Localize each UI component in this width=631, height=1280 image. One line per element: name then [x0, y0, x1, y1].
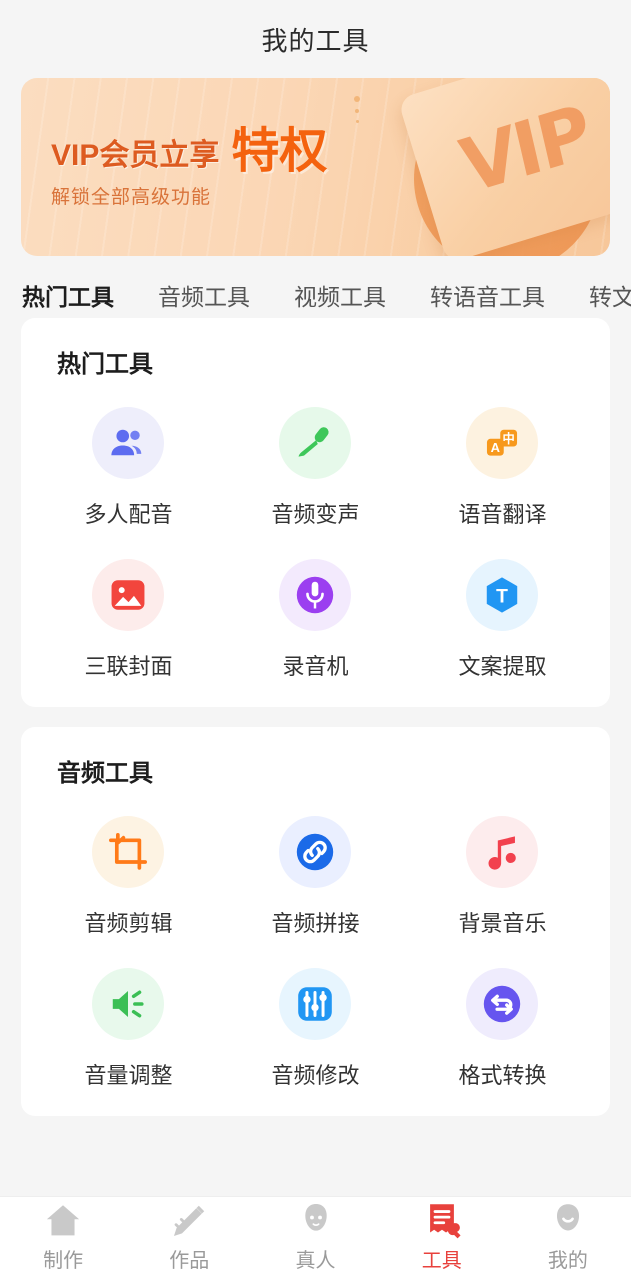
tool-item[interactable]: 格式转换 — [409, 968, 596, 1090]
svg-text:A: A — [491, 440, 500, 455]
music-note-icon — [466, 816, 539, 888]
tool-label: 语音翻译 — [458, 502, 547, 527]
microphone-icon — [279, 407, 352, 479]
sliders-icon — [279, 968, 352, 1040]
nav-label: 我的 — [547, 1250, 588, 1272]
tool-item[interactable]: 音量调整 — [35, 968, 222, 1090]
tool-label: 三联封面 — [84, 654, 173, 679]
tool-label: 音频修改 — [271, 1063, 360, 1088]
tab-label: 转语音工具 — [430, 284, 545, 310]
nav-label: 制作 — [43, 1250, 84, 1272]
svg-text:T: T — [497, 587, 509, 608]
nav-item-2[interactable]: 作品 — [126, 1204, 252, 1273]
tool-label: 音量调整 — [84, 1063, 173, 1088]
tab-4[interactable]: 转语音工具 — [430, 278, 545, 318]
tab-label: 视频工具 — [294, 284, 386, 310]
tool-grid: 音频剪辑 音频拼接 背景音乐音量调整 音频修改 格式转换 — [35, 816, 596, 1094]
person-icon — [295, 1204, 337, 1238]
category-tabs: 热门工具 音频工具 视频工具 转语音工具 转文字 — [0, 256, 631, 318]
nav-label: 真人 — [295, 1250, 336, 1272]
document-wrench-icon — [421, 1204, 463, 1239]
section-title: 热门工具 — [57, 351, 153, 378]
nav-item-4[interactable]: 工具 — [379, 1204, 505, 1273]
banner-text: VIP会员立享 特权 解锁全部高级功能 — [51, 125, 328, 209]
tool-item[interactable]: 三联封面 — [35, 559, 222, 681]
tool-label: 音频变声 — [271, 502, 360, 527]
crop-icon — [92, 816, 165, 888]
banner-headline: 特权 — [231, 125, 328, 178]
image-icon — [92, 559, 165, 631]
banner-dots-decoration — [354, 96, 360, 130]
banner-subtitle: 解锁全部高级功能 — [51, 187, 212, 209]
link-icon — [279, 816, 352, 888]
nav-item-5[interactable]: 我的 — [505, 1204, 631, 1273]
home-icon — [42, 1204, 84, 1238]
tool-item[interactable]: A 中语音翻译 — [409, 407, 596, 529]
tab-label: 转文字 — [589, 284, 631, 310]
nav-label: 工具 — [421, 1250, 462, 1272]
recorder-icon — [279, 559, 352, 631]
vip-banner[interactable]: VIP VIP会员立享 特权 解锁全部高级功能 — [21, 78, 610, 256]
vip-banner-wrap: VIP VIP会员立享 特权 解锁全部高级功能 — [0, 78, 631, 256]
tool-item[interactable]: 背景音乐 — [409, 816, 596, 938]
tool-item[interactable]: 音频变声 — [222, 407, 409, 529]
tool-sections: 热门工具 多人配音 音频变声 A 中语音翻译 三联封面 录音机 T 文案提取 音频工具 音频剪辑 音频… — [0, 318, 631, 1116]
tool-label: 多人配音 — [84, 502, 173, 527]
tool-label: 文案提取 — [458, 654, 547, 679]
nav-item-3[interactable]: 真人 — [252, 1204, 378, 1273]
tool-section-card: 热门工具多人配音 音频变声 A 中语音翻译三联封面 录音机 T 文案提取 — [21, 318, 610, 707]
tool-grid: 多人配音 音频变声 A 中语音翻译三联封面 录音机 T 文案提取 — [35, 407, 596, 685]
tool-item[interactable]: 多人配音 — [35, 407, 222, 529]
tool-item[interactable]: 音频拼接 — [222, 816, 409, 938]
tool-label: 格式转换 — [458, 1063, 547, 1088]
tool-label: 背景音乐 — [458, 911, 547, 936]
pen-icon — [168, 1204, 210, 1238]
swap-icon — [466, 968, 539, 1040]
nav-item-1[interactable]: 制作 — [0, 1204, 126, 1273]
tool-item[interactable]: T 文案提取 — [409, 559, 596, 681]
tool-label: 录音机 — [282, 654, 349, 679]
page-header: 我的工具 — [0, 0, 631, 78]
tool-label: 音频剪辑 — [84, 911, 173, 936]
people-icon — [92, 407, 165, 479]
avatar-icon — [547, 1204, 589, 1238]
tab-label: 音频工具 — [158, 284, 250, 310]
tools-screen: 我的工具 VIP VIP会员立享 特权 解锁全部高级功能 热门工具 音频工具 视频工… — [0, 0, 631, 1280]
tool-label: 音频拼接 — [271, 911, 360, 936]
tool-item[interactable]: 音频修改 — [222, 968, 409, 1090]
vip-card-text: VIP — [453, 88, 597, 212]
tab-3[interactable]: 视频工具 — [294, 278, 386, 318]
tool-item[interactable]: 音频剪辑 — [35, 816, 222, 938]
text-extract-icon: T — [466, 559, 539, 631]
bottom-navigation: 制作 作品 真人 工具 我的 — [0, 1196, 631, 1280]
tab-5[interactable]: 转文字 — [589, 278, 631, 318]
tab-2[interactable]: 音频工具 — [158, 278, 250, 318]
tool-item[interactable]: 录音机 — [222, 559, 409, 681]
nav-label: 作品 — [169, 1250, 210, 1272]
section-title: 音频工具 — [57, 760, 153, 787]
banner-kicker: VIP会员立享 — [51, 139, 220, 173]
svg-text:中: 中 — [503, 431, 515, 446]
tab-label: 热门工具 — [22, 284, 114, 310]
speaker-icon — [92, 968, 165, 1040]
translate-icon: A中 — [466, 407, 539, 479]
tool-section-card: 音频工具音频剪辑 音频拼接 背景音乐音量调整 音频修改 格式转换 — [21, 727, 610, 1116]
page-title: 我的工具 — [261, 25, 370, 56]
tab-1[interactable]: 热门工具 — [22, 278, 114, 318]
